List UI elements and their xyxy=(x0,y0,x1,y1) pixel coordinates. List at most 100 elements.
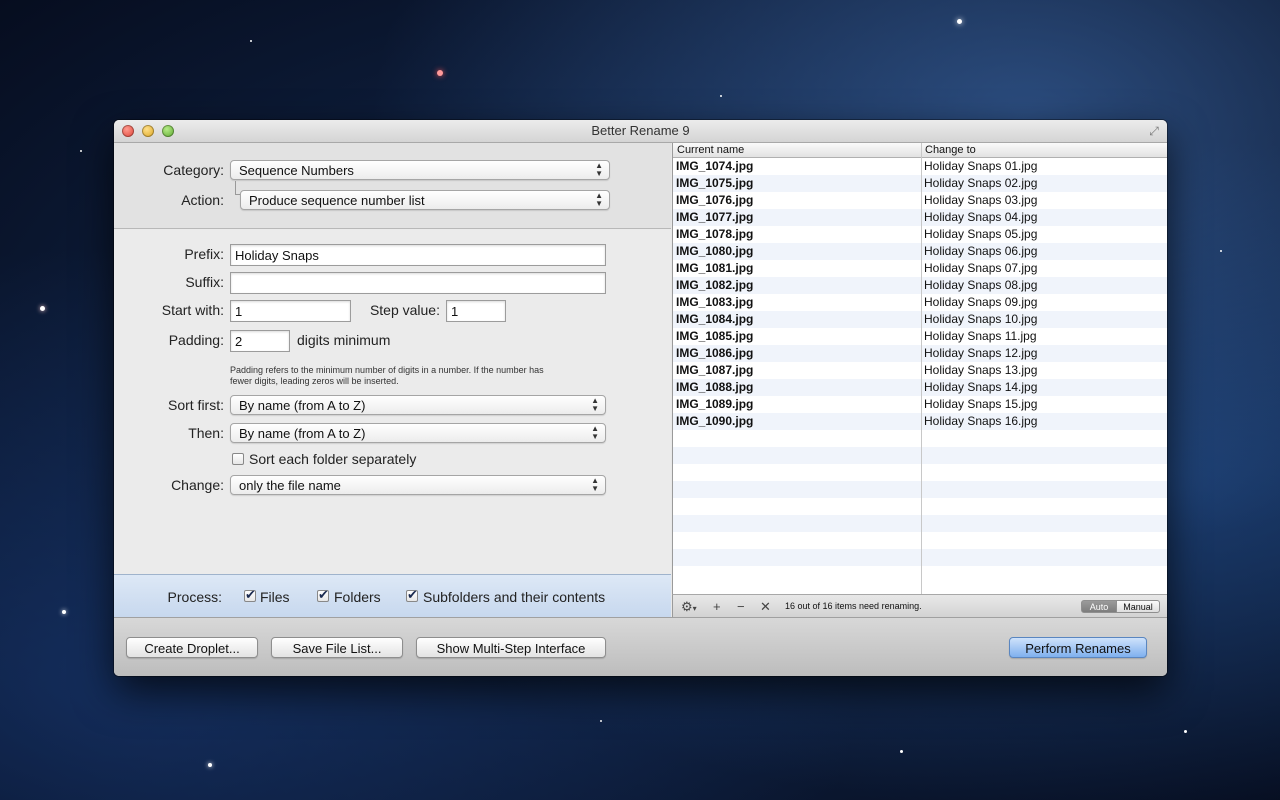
process-label: Process: xyxy=(167,589,222,605)
padding-hint-line2: fewer digits, leading zeros will be inse… xyxy=(230,376,399,386)
table-row-empty xyxy=(673,566,1167,583)
perform-renames-button[interactable]: Perform Renames xyxy=(1009,637,1147,658)
table-row[interactable]: IMG_1084.jpg Holiday Snaps 10.jpg xyxy=(673,311,1167,328)
change-to-cell: Holiday Snaps 09.jpg xyxy=(924,295,1038,309)
table-row[interactable]: IMG_1082.jpg Holiday Snaps 08.jpg xyxy=(673,277,1167,294)
star xyxy=(600,720,602,722)
change-to-cell: Holiday Snaps 04.jpg xyxy=(924,210,1038,224)
change-to-cell: Holiday Snaps 06.jpg xyxy=(924,244,1038,258)
minimize-window-button[interactable] xyxy=(142,125,154,137)
create-droplet-button[interactable]: Create Droplet... xyxy=(126,637,258,658)
popup-arrows-icon: ▲ ▼ xyxy=(591,396,599,413)
suffix-field[interactable] xyxy=(230,272,606,294)
star xyxy=(720,95,722,97)
table-row[interactable]: IMG_1083.jpg Holiday Snaps 09.jpg xyxy=(673,294,1167,311)
close-window-button[interactable] xyxy=(122,125,134,137)
table-row[interactable]: IMG_1077.jpg Holiday Snaps 04.jpg xyxy=(673,209,1167,226)
table-row-empty xyxy=(673,464,1167,481)
rename-status-text: 16 out of 16 items need renaming. xyxy=(785,601,922,611)
table-row[interactable]: IMG_1088.jpg Holiday Snaps 14.jpg xyxy=(673,379,1167,396)
star xyxy=(80,150,82,152)
change-popup[interactable]: only the file name ▲ ▼ xyxy=(230,475,606,495)
column-divider[interactable] xyxy=(921,143,922,594)
rename-preview-table[interactable]: Current name Change to IMG_1074.jpg Holid… xyxy=(672,143,1167,594)
popup-arrows-icon: ▲ ▼ xyxy=(595,191,603,208)
then-popup[interactable]: By name (from A to Z) ▲ ▼ xyxy=(230,423,606,443)
star xyxy=(957,19,962,24)
table-row[interactable]: IMG_1078.jpg Holiday Snaps 05.jpg xyxy=(673,226,1167,243)
zoom-window-button[interactable] xyxy=(162,125,174,137)
padding-label: Padding: xyxy=(168,332,224,348)
sort-each-folder-checkbox[interactable] xyxy=(232,453,244,465)
table-row-empty xyxy=(673,498,1167,515)
change-to-cell: Holiday Snaps 16.jpg xyxy=(924,414,1038,428)
padding-suffix-label: digits minimum xyxy=(297,332,391,348)
change-to-cell: Holiday Snaps 12.jpg xyxy=(924,346,1038,360)
change-value: only the file name xyxy=(239,478,341,493)
table-row[interactable]: IMG_1087.jpg Holiday Snaps 13.jpg xyxy=(673,362,1167,379)
process-subfolders-checkbox[interactable] xyxy=(406,587,418,603)
close-icon[interactable]: ✕ xyxy=(760,595,771,618)
table-row[interactable]: IMG_1085.jpg Holiday Snaps 11.jpg xyxy=(673,328,1167,345)
start-with-field[interactable]: 1 xyxy=(230,300,351,322)
multi-step-interface-button[interactable]: Show Multi-Step Interface xyxy=(416,637,606,658)
table-row-empty xyxy=(673,515,1167,532)
current-name-cell: IMG_1084.jpg xyxy=(676,312,754,326)
change-to-cell: Holiday Snaps 07.jpg xyxy=(924,261,1038,275)
process-folders-checkbox[interactable] xyxy=(317,587,329,603)
table-row[interactable]: IMG_1080.jpg Holiday Snaps 06.jpg xyxy=(673,243,1167,260)
change-to-cell: Holiday Snaps 02.jpg xyxy=(924,176,1038,190)
column-header-current[interactable]: Current name xyxy=(673,143,744,157)
step-value-label: Step value: xyxy=(369,302,440,318)
star xyxy=(40,306,45,311)
plus-icon[interactable]: + xyxy=(713,595,721,618)
table-row[interactable]: IMG_1076.jpg Holiday Snaps 03.jpg xyxy=(673,192,1167,209)
current-name-cell: IMG_1074.jpg xyxy=(676,159,754,173)
current-name-cell: IMG_1083.jpg xyxy=(676,295,754,309)
category-popup[interactable]: Sequence Numbers ▲ ▼ xyxy=(230,160,610,180)
current-name-cell: IMG_1090.jpg xyxy=(676,414,754,428)
table-row[interactable]: IMG_1090.jpg Holiday Snaps 16.jpg xyxy=(673,413,1167,430)
current-name-cell: IMG_1082.jpg xyxy=(676,278,754,292)
table-row-empty xyxy=(673,532,1167,549)
table-row[interactable]: IMG_1075.jpg Holiday Snaps 02.jpg xyxy=(673,175,1167,192)
change-to-cell: Holiday Snaps 05.jpg xyxy=(924,227,1038,241)
padding-hint-line1: Padding refers to the minimum number of … xyxy=(230,365,544,375)
save-file-list-button[interactable]: Save File List... xyxy=(271,637,403,658)
column-header-change[interactable]: Change to xyxy=(921,143,976,157)
process-files-label: Files xyxy=(260,589,290,605)
mode-manual-button[interactable]: Manual xyxy=(1116,600,1160,613)
star xyxy=(1184,730,1187,733)
table-row[interactable]: IMG_1074.jpg Holiday Snaps 01.jpg xyxy=(673,158,1167,175)
action-popup[interactable]: Produce sequence number list ▲ ▼ xyxy=(240,190,610,210)
fullscreen-icon[interactable]: ⤢ xyxy=(1147,124,1161,138)
table-row[interactable]: IMG_1089.jpg Holiday Snaps 15.jpg xyxy=(673,396,1167,413)
sort-each-folder-label: Sort each folder separately xyxy=(249,451,417,467)
minus-icon[interactable]: − xyxy=(737,595,745,618)
current-name-cell: IMG_1075.jpg xyxy=(676,176,754,190)
current-name-cell: IMG_1085.jpg xyxy=(676,329,754,343)
table-row[interactable]: IMG_1081.jpg Holiday Snaps 07.jpg xyxy=(673,260,1167,277)
popup-arrows-icon: ▲ ▼ xyxy=(591,476,599,493)
current-name-cell: IMG_1081.jpg xyxy=(676,261,754,275)
change-to-cell: Holiday Snaps 13.jpg xyxy=(924,363,1038,377)
process-files-checkbox[interactable] xyxy=(244,587,256,603)
star xyxy=(62,610,66,614)
sort-first-popup[interactable]: By name (from A to Z) ▲ ▼ xyxy=(230,395,606,415)
star xyxy=(437,70,443,76)
sort-first-label: Sort first: xyxy=(167,397,224,413)
category-label: Category: xyxy=(163,162,224,178)
suffix-label: Suffix: xyxy=(185,274,224,290)
star xyxy=(250,40,252,42)
then-value: By name (from A to Z) xyxy=(239,426,366,441)
change-label: Change: xyxy=(171,477,224,493)
start-with-label: Start with: xyxy=(161,302,224,318)
padding-field[interactable]: 2 xyxy=(230,330,290,352)
current-name-cell: IMG_1080.jpg xyxy=(676,244,754,258)
current-name-cell: IMG_1087.jpg xyxy=(676,363,754,377)
mode-auto-button[interactable]: Auto xyxy=(1081,600,1117,613)
category-value: Sequence Numbers xyxy=(239,163,354,178)
step-value-field[interactable]: 1 xyxy=(446,300,506,322)
prefix-field[interactable]: Holiday Snaps xyxy=(230,244,606,266)
table-row[interactable]: IMG_1086.jpg Holiday Snaps 12.jpg xyxy=(673,345,1167,362)
